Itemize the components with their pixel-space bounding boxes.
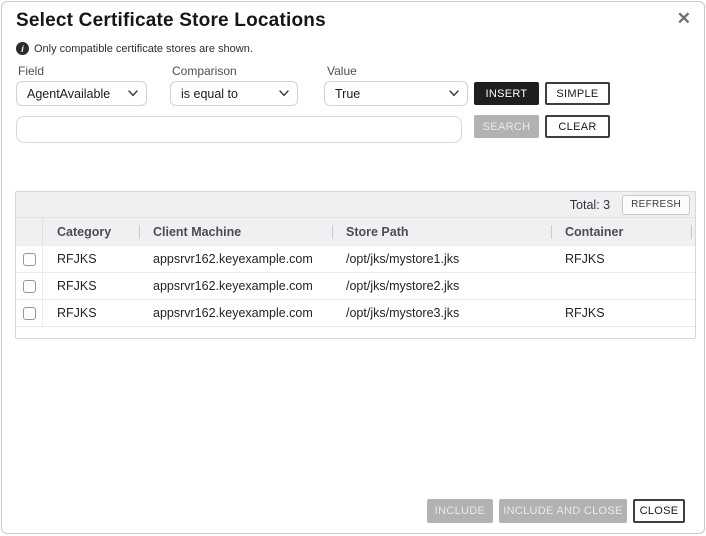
cell-container: RFJKS: [551, 306, 695, 320]
cell-category: RFJKS: [43, 252, 139, 266]
total-count: Total: 3: [570, 198, 610, 212]
cell-category: RFJKS: [43, 279, 139, 293]
row-checkbox[interactable]: [23, 280, 36, 293]
cell-store-path: /opt/jks/mystore2.jks: [332, 279, 551, 293]
info-banner: i Only compatible certificate stores are…: [16, 42, 253, 55]
value-select-wrap: True: [324, 81, 468, 106]
table-toolbar: Total: 3 REFRESH: [16, 192, 695, 218]
table-row[interactable]: RFJKS appsrvr162.keyexample.com /opt/jks…: [16, 299, 695, 326]
row-checkbox-cell: [16, 300, 43, 326]
value-label: Value: [327, 64, 357, 78]
table-row[interactable]: RFJKS appsrvr162.keyexample.com /opt/jks…: [16, 245, 695, 272]
column-header-store-path: Store Path: [332, 225, 551, 239]
table-row[interactable]: RFJKS appsrvr162.keyexample.com /opt/jks…: [16, 272, 695, 299]
column-header-client-machine: Client Machine: [139, 225, 332, 239]
table-footer: [16, 326, 695, 338]
refresh-button[interactable]: REFRESH: [622, 195, 690, 215]
cell-store-path: /opt/jks/mystore3.jks: [332, 306, 551, 320]
row-checkbox-cell: [16, 246, 43, 272]
comparison-label: Comparison: [172, 64, 237, 78]
query-input[interactable]: [16, 116, 462, 143]
include-button[interactable]: INCLUDE: [427, 499, 493, 523]
cell-client-machine: appsrvr162.keyexample.com: [139, 252, 332, 266]
cell-container: RFJKS: [551, 252, 695, 266]
close-button[interactable]: CLOSE: [633, 499, 685, 523]
field-select[interactable]: AgentAvailable: [16, 81, 147, 106]
column-header-category: Category: [43, 225, 139, 239]
value-select[interactable]: True: [324, 81, 468, 106]
dialog-footer: INCLUDE INCLUDE AND CLOSE CLOSE: [427, 499, 685, 523]
certificate-store-table: Total: 3 REFRESH Category Client Machine…: [15, 191, 696, 339]
field-select-wrap: AgentAvailable: [16, 81, 147, 106]
include-and-close-button[interactable]: INCLUDE AND CLOSE: [499, 499, 627, 523]
field-label: Field: [18, 64, 44, 78]
search-button[interactable]: SEARCH: [474, 115, 539, 138]
checkbox-column-header: [16, 218, 43, 245]
cell-store-path: /opt/jks/mystore1.jks: [332, 252, 551, 266]
simple-button[interactable]: SIMPLE: [545, 82, 610, 105]
table-header-row: Category Client Machine Store Path Conta…: [16, 218, 695, 245]
info-text: Only compatible certificate stores are s…: [34, 43, 253, 55]
cell-client-machine: appsrvr162.keyexample.com: [139, 279, 332, 293]
row-checkbox-cell: [16, 273, 43, 299]
column-header-container: Container: [551, 225, 695, 239]
insert-button[interactable]: INSERT: [474, 82, 539, 105]
clear-button[interactable]: CLEAR: [545, 115, 610, 138]
row-checkbox[interactable]: [23, 253, 36, 266]
comparison-select[interactable]: is equal to: [170, 81, 298, 106]
cell-category: RFJKS: [43, 306, 139, 320]
page-title: Select Certificate Store Locations: [16, 10, 326, 32]
info-icon: i: [16, 42, 29, 55]
close-icon[interactable]: ✕: [677, 9, 691, 29]
select-certificate-store-dialog: Select Certificate Store Locations ✕ i O…: [1, 1, 705, 534]
row-checkbox[interactable]: [23, 307, 36, 320]
cell-client-machine: appsrvr162.keyexample.com: [139, 306, 332, 320]
comparison-select-wrap: is equal to: [170, 81, 298, 106]
